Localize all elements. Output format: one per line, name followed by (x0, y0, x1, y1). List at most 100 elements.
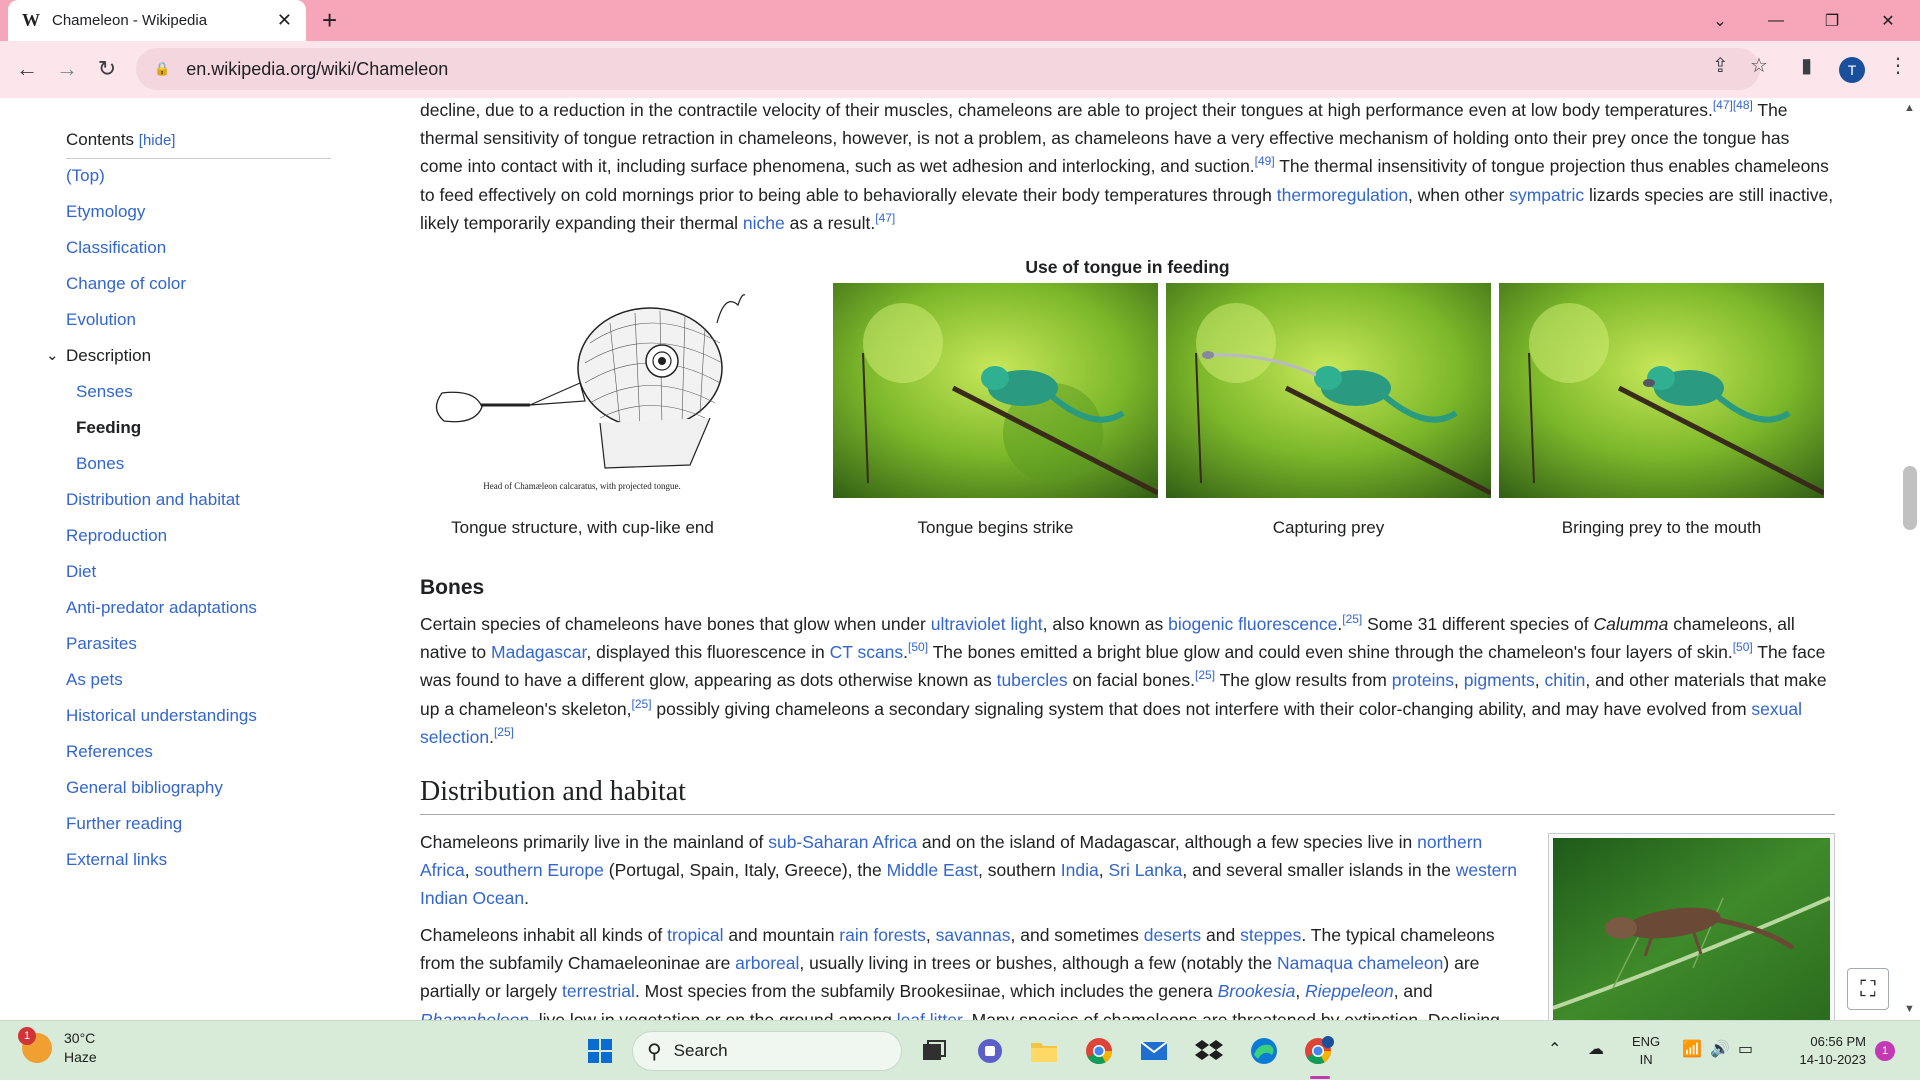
dropbox-icon[interactable] (1193, 1035, 1225, 1067)
back-icon[interactable]: ← (12, 55, 42, 83)
lock-icon[interactable]: 🔒 (154, 61, 170, 77)
link-rhampholeon[interactable]: Rhampholeon (420, 1010, 529, 1020)
citation[interactable]: [25] (1342, 612, 1362, 626)
tongue-drawing-image[interactable]: Head of Chamæleon calcaratus, with proje… (420, 283, 745, 498)
scrollbar-thumb[interactable] (1903, 466, 1917, 530)
windows-start-icon[interactable] (584, 1035, 616, 1067)
toc-item-description[interactable]: Description (66, 346, 151, 366)
kebab-icon[interactable]: ⋮ (1888, 53, 1908, 78)
citation[interactable]: [25] (494, 725, 514, 739)
toc-item-diet[interactable]: Diet (66, 562, 96, 582)
photo-bringing-prey-to-mouth[interactable] (1499, 283, 1824, 498)
citation[interactable]: [47][48] (1713, 98, 1753, 112)
habitat-thumbnail[interactable] (1548, 833, 1835, 1020)
photo-capturing-prey[interactable] (1166, 283, 1491, 498)
link-steppes[interactable]: steppes (1240, 925, 1301, 945)
chrome-active-icon[interactable] (1303, 1035, 1335, 1067)
brookesia-chameleon-photo[interactable] (1552, 838, 1831, 1020)
citation[interactable]: [25] (632, 697, 652, 711)
toc-item-etymology[interactable]: Etymology (66, 202, 145, 222)
language-indicator[interactable]: ENG IN (1632, 1033, 1660, 1069)
citation[interactable]: [50] (1733, 640, 1753, 654)
sidepanel-icon[interactable]: ▮ (1801, 53, 1812, 78)
file-explorer-icon[interactable] (1028, 1035, 1060, 1067)
link-rieppeleon[interactable]: Rieppeleon (1305, 981, 1394, 1001)
link-rain-forests[interactable]: rain forests (839, 925, 926, 945)
notification-badge[interactable]: 1 (1875, 1041, 1895, 1061)
teams-icon[interactable] (974, 1035, 1006, 1067)
link-proteins[interactable]: proteins (1392, 670, 1454, 690)
minimize-icon[interactable]: — (1748, 0, 1804, 41)
profile-avatar[interactable]: T (1839, 57, 1865, 83)
toc-item-anti-predator[interactable]: Anti-predator adaptations (66, 598, 257, 618)
toc-hide-link[interactable]: [hide] (139, 132, 176, 149)
volume-icon[interactable]: 🔊 (1710, 1039, 1730, 1059)
citation[interactable]: [47] (875, 211, 895, 225)
scroll-down-arrow[interactable]: ▼ (1904, 1003, 1915, 1015)
close-icon[interactable]: ✕ (277, 10, 292, 31)
link-arboreal[interactable]: arboreal (735, 953, 799, 973)
chevron-up-icon[interactable]: ⌃ (1548, 1039, 1561, 1059)
photo-tongue-begins-strike[interactable] (833, 283, 1158, 498)
close-window-icon[interactable]: ✕ (1860, 0, 1916, 41)
active-tab[interactable]: W Chameleon - Wikipedia ✕ (8, 0, 306, 41)
wifi-icon[interactable]: 📶 (1682, 1039, 1702, 1059)
link-biogenic-fluorescence[interactable]: biogenic fluorescence (1168, 614, 1337, 634)
link-sub-saharan-africa[interactable]: sub-Saharan Africa (768, 832, 917, 852)
toc-item-classification[interactable]: Classification (66, 238, 166, 258)
mail-icon[interactable] (1138, 1035, 1170, 1067)
link-brookesia[interactable]: Brookesia (1218, 981, 1296, 1001)
link-ct-scans[interactable]: CT scans (830, 642, 904, 662)
chrome-icon[interactable] (1083, 1035, 1115, 1067)
toc-item-general-bibliography[interactable]: General bibliography (66, 778, 223, 798)
restore-icon[interactable]: ❐ (1804, 0, 1860, 41)
battery-icon[interactable]: ▭ (1738, 1039, 1753, 1059)
fullscreen-icon[interactable]: ⛶ (1847, 968, 1889, 1010)
toc-item-feeding[interactable]: Feeding (76, 418, 141, 438)
onedrive-icon[interactable]: ☁ (1588, 1039, 1604, 1059)
link-ultraviolet[interactable]: ultraviolet light (931, 614, 1043, 634)
toc-item-external-links[interactable]: External links (66, 850, 167, 870)
system-clock[interactable]: 06:56 PM 14-10-2023 (1770, 1033, 1867, 1069)
link-leaf-litter[interactable]: leaf litter (897, 1010, 962, 1020)
address-bar[interactable]: 🔒 en.wikipedia.org/wiki/Chameleon (136, 48, 1760, 90)
link-thermoregulation[interactable]: thermoregulation (1277, 185, 1408, 205)
link-sympatric[interactable]: sympatric (1509, 185, 1584, 205)
link-pigments[interactable]: pigments (1464, 670, 1535, 690)
task-view-icon[interactable] (918, 1035, 950, 1067)
link-middle-east[interactable]: Middle East (887, 860, 978, 880)
link-tropical[interactable]: tropical (667, 925, 723, 945)
edge-icon[interactable] (1248, 1035, 1280, 1067)
link-deserts[interactable]: deserts (1144, 925, 1201, 945)
toc-item-change-of-color[interactable]: Change of color (66, 274, 186, 294)
new-tab-button[interactable]: + (322, 6, 337, 34)
citation[interactable]: [49] (1255, 155, 1275, 169)
reload-icon[interactable]: ↻ (92, 55, 122, 83)
toc-item-references[interactable]: References (66, 742, 153, 762)
toc-item-top[interactable]: (Top) (66, 166, 105, 186)
toc-item-evolution[interactable]: Evolution (66, 310, 136, 330)
link-madagascar[interactable]: Madagascar (491, 642, 586, 662)
weather-widget[interactable]: 1 30°C Haze (18, 1027, 97, 1067)
link-namaqua-chameleon[interactable]: Namaqua chameleon (1277, 953, 1443, 973)
link-india[interactable]: India (1061, 860, 1099, 880)
toc-item-distribution[interactable]: Distribution and habitat (66, 490, 240, 510)
toc-item-parasites[interactable]: Parasites (66, 634, 137, 654)
chevron-down-icon[interactable]: ⌄ (46, 346, 59, 364)
citation[interactable]: [50] (908, 640, 928, 654)
toc-item-historical[interactable]: Historical understandings (66, 706, 257, 726)
link-niche[interactable]: niche (743, 213, 785, 233)
link-tubercles[interactable]: tubercles (997, 670, 1068, 690)
toc-item-senses[interactable]: Senses (76, 382, 133, 402)
star-icon[interactable]: ☆ (1750, 53, 1768, 78)
vertical-scrollbar[interactable]: ▲ ▼ (1900, 98, 1920, 1020)
toc-item-further-reading[interactable]: Further reading (66, 814, 182, 834)
share-icon[interactable]: ⇪ (1712, 53, 1729, 78)
link-southern-europe[interactable]: southern Europe (474, 860, 603, 880)
forward-icon[interactable]: → (52, 55, 82, 83)
link-terrestrial[interactable]: terrestrial (562, 981, 635, 1001)
toc-item-reproduction[interactable]: Reproduction (66, 526, 167, 546)
taskbar-search[interactable]: ⚲ Search (632, 1031, 902, 1071)
link-savannas[interactable]: savannas (936, 925, 1011, 945)
toc-item-bones[interactable]: Bones (76, 454, 124, 474)
